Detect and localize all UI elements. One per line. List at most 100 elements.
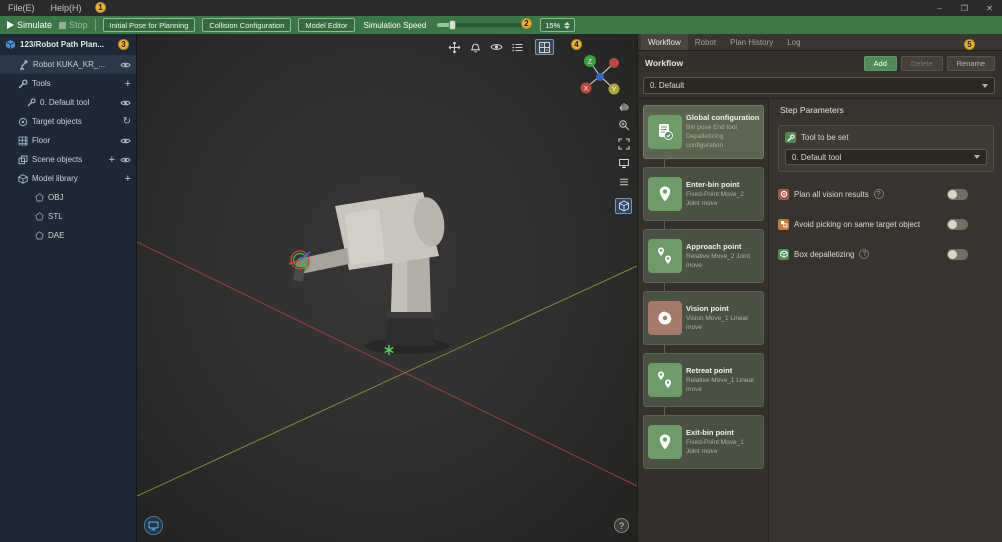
grid-overlay-button[interactable] <box>535 39 554 55</box>
workflow-steps-list: Global configuration Bin pose End tool D… <box>638 98 769 542</box>
virtual-camera-button[interactable] <box>144 516 163 535</box>
toggle-avoid-picking-same-target[interactable] <box>947 219 968 230</box>
alerts-bell-button[interactable] <box>466 39 485 55</box>
step-global-configuration[interactable]: Global configuration Bin pose End tool D… <box>643 105 764 167</box>
simulate-button[interactable]: Simulate <box>7 20 52 30</box>
add-scene-object-icon[interactable]: + <box>109 154 115 165</box>
tab-log[interactable]: Log <box>780 34 807 50</box>
step-title: Approach point <box>686 241 742 251</box>
tool-icon <box>785 132 796 143</box>
tab-robot[interactable]: Robot <box>688 34 723 50</box>
delete-workflow-button[interactable]: Delete <box>900 55 943 71</box>
spinner-arrows[interactable] <box>564 21 571 29</box>
sidebar-item-dae[interactable]: DAE <box>0 226 136 245</box>
step-vision-point[interactable]: Vision point Vision Move_1 Linear move <box>643 291 764 353</box>
tab-plan-history[interactable]: Plan History <box>723 34 780 50</box>
step-enter-bin-point[interactable]: Enter-bin point Fixed-Point Move_2 Joint… <box>643 167 764 229</box>
add-tool-icon[interactable]: + <box>125 78 131 89</box>
sidebar-item-obj[interactable]: OBJ <box>0 188 136 207</box>
step-subtitle: Bin pose End tool Depalletizing configur… <box>686 124 737 149</box>
dae-label: DAE <box>48 231 65 240</box>
waypoint-pin-icon <box>648 177 682 211</box>
speed-spinbox[interactable]: 15% <box>540 18 576 32</box>
menu-help[interactable]: Help(H) <box>43 0 90 16</box>
tab-plan-history-label: Plan History <box>730 37 774 47</box>
sidebar-item-tools[interactable]: Tools + <box>0 74 136 93</box>
y-axis-line <box>137 265 637 497</box>
sidebar-item-robot[interactable]: Robot KUKA_KR_... <box>0 55 136 74</box>
workflow-header: Workflow Add Delete Rename <box>638 51 1002 75</box>
toggle-box-depalletizing[interactable] <box>947 249 968 260</box>
param-label: Plan all vision results <box>794 189 869 199</box>
step-title: Retreat point <box>686 365 733 375</box>
sidebar-item-model-library[interactable]: Model library + <box>0 169 136 188</box>
3d-viewport[interactable]: Z X Y ? <box>137 34 637 542</box>
maximize-button[interactable]: ❐ <box>952 0 977 16</box>
menu-file[interactable]: File(E) <box>0 0 43 16</box>
model-editor-button[interactable]: Model Editor <box>298 18 355 32</box>
visibility-eye-icon[interactable] <box>120 137 131 145</box>
minimize-button[interactable]: – <box>927 0 952 16</box>
sidebar-item-floor[interactable]: Floor <box>0 131 136 150</box>
vision-icon <box>648 301 682 335</box>
tool-select-dropdown[interactable]: 0. Default tool <box>785 149 987 165</box>
initial-pose-button[interactable]: Initial Pose for Planning <box>102 18 196 32</box>
step-subtitle: Fixed-Point Move_1 Joint move <box>686 438 744 455</box>
orientation-gizmo[interactable]: Z X Y <box>577 51 623 97</box>
viewport-help-button[interactable]: ? <box>614 518 629 533</box>
scene-objects-icon <box>18 155 28 165</box>
layers-button[interactable] <box>615 174 632 190</box>
list-view-button[interactable] <box>508 39 527 55</box>
slider-knob[interactable] <box>449 20 457 30</box>
step-parameters-panel: Step Parameters Tool to be set 0. Defaul… <box>770 98 1002 542</box>
sidebar-item-target-objects[interactable]: Target objects ↻ <box>0 112 136 131</box>
sidebar-item-default-tool[interactable]: 0. Default tool <box>0 93 136 112</box>
scene-objects-label: Scene objects <box>32 155 83 164</box>
spinner-down-icon[interactable] <box>564 25 571 29</box>
add-model-icon[interactable]: + <box>125 173 131 184</box>
pan-hand-button[interactable] <box>615 98 632 114</box>
simulation-speed-slider[interactable] <box>437 20 530 30</box>
step-retreat-point[interactable]: Retreat point Relative Move_1 Linear mov… <box>643 353 764 415</box>
visibility-eye-icon[interactable] <box>120 61 131 69</box>
step-approach-point[interactable]: Approach point Relative Move_2 Joint mov… <box>643 229 764 291</box>
step-exit-bin-point[interactable]: Exit-bin point Fixed-Point Move_1 Joint … <box>643 415 764 469</box>
toggle-plan-all-vision-results[interactable] <box>947 189 968 200</box>
tcp-gizmo[interactable] <box>288 250 311 270</box>
zoom-button[interactable] <box>615 117 632 133</box>
sidebar-item-scene-objects[interactable]: Scene objects + <box>0 150 136 169</box>
visibility-eye-icon[interactable] <box>120 156 131 164</box>
viewport-toolbar <box>445 39 554 55</box>
help-icon[interactable]: ? <box>873 189 884 199</box>
project-header[interactable]: 123/Robot Path Plan... <box>0 34 136 55</box>
fit-view-button[interactable] <box>615 136 632 152</box>
z-axis-label: Z <box>588 59 592 66</box>
visibility-eye-icon[interactable] <box>120 99 131 107</box>
visibility-eye-button[interactable] <box>487 39 506 55</box>
window-controls: – ❐ ✕ <box>927 0 1002 16</box>
floor-grid-icon <box>18 136 28 146</box>
workflow-select-dropdown[interactable]: 0. Default <box>643 77 995 94</box>
sidebar-item-stl[interactable]: STL <box>0 207 136 226</box>
add-workflow-button[interactable]: Add <box>863 55 897 71</box>
rename-workflow-button[interactable]: Rename <box>946 55 995 71</box>
right-panel: Workflow Robot Plan History Log Workflow… <box>637 34 1002 542</box>
help-icon[interactable]: ? <box>859 249 870 259</box>
robot-icon <box>18 59 29 70</box>
center-ball[interactable] <box>596 73 604 81</box>
tab-workflow[interactable]: Workflow <box>641 34 688 50</box>
step-subtitle: Relative Move_1 Linear move <box>686 376 755 393</box>
refresh-icon[interactable]: ↻ <box>123 116 131 127</box>
project-cube-icon <box>5 39 16 50</box>
annotation-badge-5: 5 <box>964 39 975 50</box>
collision-configuration-button[interactable]: Collision Configuration <box>202 18 292 32</box>
simulation-speed-label: Simulation Speed <box>363 20 427 30</box>
axis-ball[interactable] <box>609 58 619 68</box>
projection-button[interactable] <box>615 155 632 171</box>
viewport-side-rail <box>614 98 633 214</box>
stop-button[interactable]: Stop <box>59 20 88 30</box>
transform-tool-button[interactable] <box>445 39 464 55</box>
spinner-up-icon[interactable] <box>564 21 571 25</box>
close-button[interactable]: ✕ <box>977 0 1002 16</box>
bin-box-button[interactable] <box>615 198 632 214</box>
